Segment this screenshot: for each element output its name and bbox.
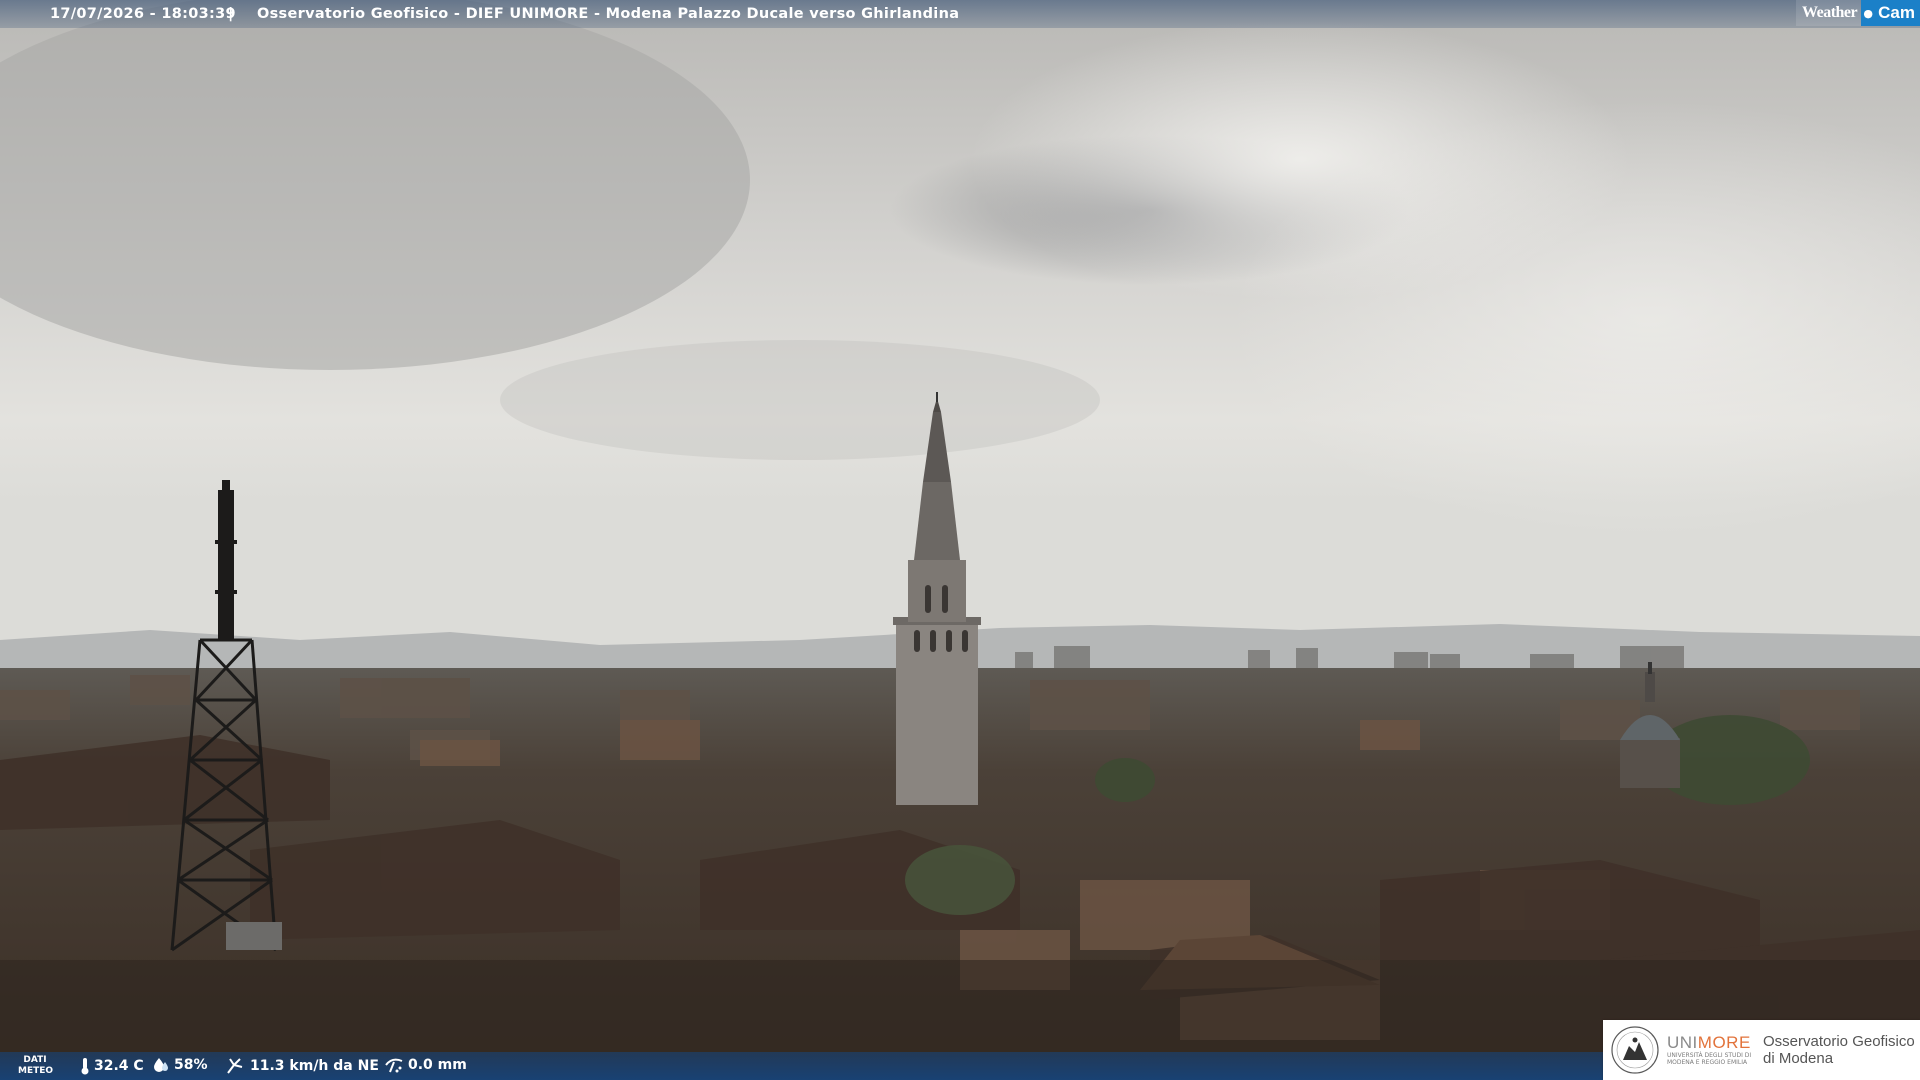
caption-bar: 17/07/2026 - 18:03:39 | Osservatorio Geo… [0, 0, 1920, 28]
weathercam-logo-weather: Weather [1795, 0, 1862, 26]
thermometer-icon [81, 1058, 89, 1075]
meteo-label: DATI METEO [18, 1055, 54, 1077]
unimore-wordmark: UNIMORE UNIVERSITÀ DEGLI STUDI DI MODENA… [1667, 1034, 1753, 1067]
temperature-value: 32.4 C [94, 1058, 144, 1074]
observatory-name: Osservatorio Geofisico di Modena [1763, 1033, 1915, 1067]
rain-value: 0.0 mm [408, 1057, 467, 1073]
weathercam-eye-icon: ● [1861, 0, 1876, 26]
observatory-line1: Osservatorio Geofisico [1763, 1033, 1915, 1050]
wind-reading: 11.3 km/h da NE [226, 1057, 379, 1075]
observatory-line2: di Modena [1763, 1050, 1834, 1067]
camera-title: Osservatorio Geofisico - DIEF UNIMORE - … [257, 6, 960, 22]
unimore-name: UNIMORE [1667, 1034, 1753, 1052]
timestamp: 17/07/2026 - 18:03:39 [50, 6, 236, 22]
webcam-image [0, 0, 1920, 1080]
humidity-reading: 58% [152, 1057, 208, 1073]
webcam-frame: 17/07/2026 - 18:03:39 | Osservatorio Geo… [0, 0, 1920, 1080]
rain-reading: 0.0 mm [384, 1057, 467, 1073]
weathercam-logo-cam: Cam [1875, 0, 1920, 26]
unimore-subline: UNIVERSITÀ DEGLI STUDI DI MODENA E REGGI… [1667, 1052, 1752, 1066]
meteo-label-line2: METEO [18, 1066, 54, 1076]
rain-gauge-icon [385, 1058, 403, 1073]
unimore-name-uni: UNI [1667, 1033, 1698, 1052]
meteo-label-line1: DATI [23, 1055, 47, 1065]
temperature-reading: 32.4 C [80, 1057, 144, 1075]
unimore-logo-panel: UNIMORE UNIVERSITÀ DEGLI STUDI DI MODENA… [1603, 1020, 1920, 1080]
unimore-name-more: MORE [1697, 1033, 1751, 1052]
unimore-seal-icon [1611, 1026, 1659, 1074]
weathercam-logo: Weather ● Cam [1795, 0, 1920, 26]
humidity-drop-icon [154, 1058, 168, 1072]
wind-value: 11.3 km/h da NE [250, 1058, 379, 1074]
humidity-value: 58% [174, 1057, 208, 1073]
wind-icon [227, 1058, 243, 1074]
caption-separator: | [228, 6, 234, 22]
